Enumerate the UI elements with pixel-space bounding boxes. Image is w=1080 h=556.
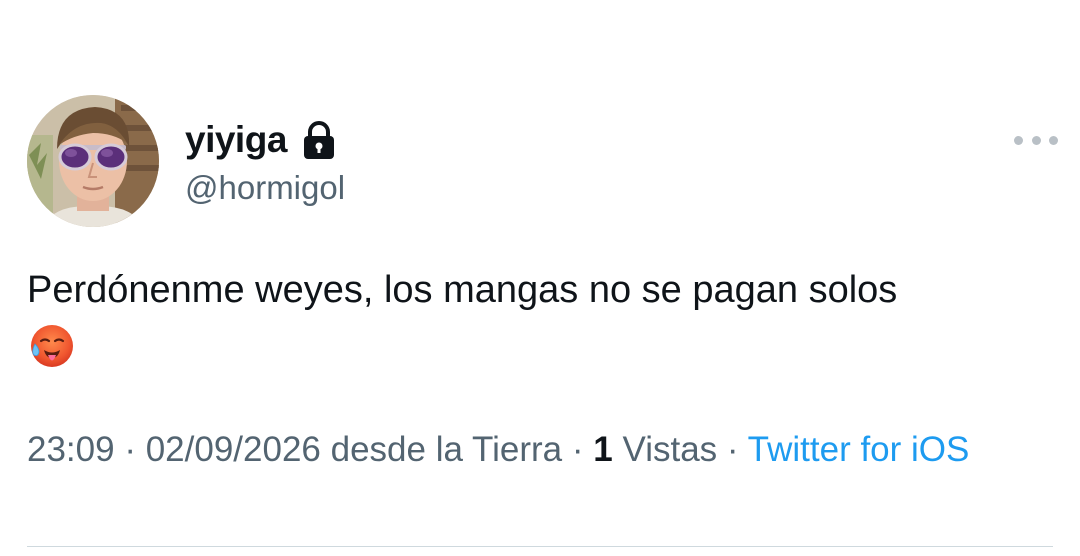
tweet-location: desde la Tierra [330,430,563,469]
avatar[interactable] [27,95,159,227]
hot-face-emoji-icon [28,322,76,370]
views-count: 1 [593,430,613,469]
more-dot [1031,135,1041,145]
meta-separator: · [571,430,584,469]
more-dot [1049,135,1058,145]
tweet-meta: 23:09 · 02/09/2026 desde la Tierra · 1 V… [27,426,1037,473]
divider [27,546,1053,547]
tweet-date[interactable]: 02/09/2026 [146,430,321,469]
source-link[interactable]: Twitter for iOS [748,430,970,469]
avatar-photo [27,95,159,227]
more-horizontal-icon [1014,135,1023,145]
more-options-button[interactable] [1014,128,1058,152]
views-label: Vistas [622,430,718,469]
meta-separator: · [124,430,136,469]
tweet-time[interactable]: 23:09 [27,430,115,469]
display-name[interactable]: yiyiga [185,118,287,162]
user-handle[interactable]: @hormigol [185,166,345,210]
meta-separator: · [726,430,739,469]
tweet-text: Perdónenme weyes, los mangas no se pagan… [27,269,898,311]
lock-icon [301,120,337,160]
display-name-row[interactable]: yiyiga [185,118,337,162]
